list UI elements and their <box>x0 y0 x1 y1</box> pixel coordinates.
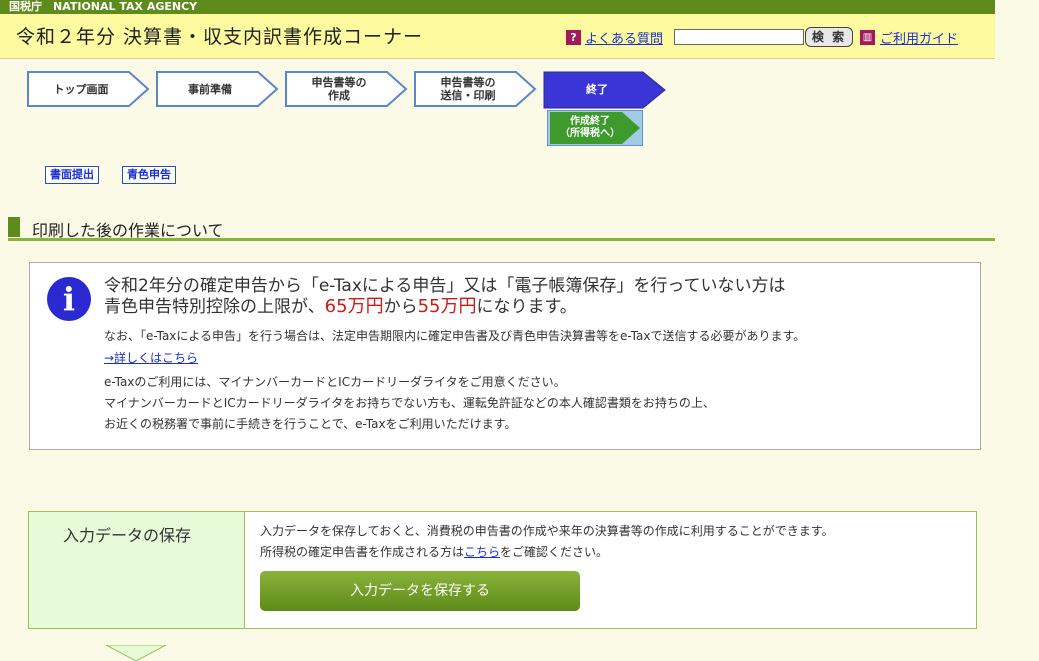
info-box: i 令和2年分の確定申告から「e-Taxによる申告」又は「電子帳簿保存」を行って… <box>29 262 981 450</box>
save-data-panel: 入力データの保存 入力データを保存しておくと、消費税の申告書の作成や来年の決算書… <box>28 511 977 629</box>
save-data-button[interactable]: 入力データを保存する <box>260 571 580 611</box>
here-link[interactable]: こちら <box>464 545 500 559</box>
details-link[interactable]: →詳しくはこちら <box>104 349 198 366</box>
save-desc-1: 入力データを保存しておくと、消費税の申告書の作成や来年の決算書等の作成に利用する… <box>260 524 834 538</box>
info-note-2: e-Taxのご利用には、マイナンバーカードとICカードリーダライタをご用意くださ… <box>104 375 566 389</box>
question-icon: ? <box>566 30 581 45</box>
step-label: 申告書等の <box>440 76 496 89</box>
step-top: トップ画面 <box>27 71 151 107</box>
info-icon: i <box>47 277 91 321</box>
save-desc-2: 所得税の確定申告書を作成される方はこちらをご確認ください。 <box>260 545 609 559</box>
guide-label[interactable]: ご利用ガイド <box>880 28 958 47</box>
amount-new: 55万円 <box>417 296 477 317</box>
step-prep: 事前準備 <box>156 71 280 107</box>
step-label: 申告書等の <box>311 76 367 89</box>
amount-old: 65万円 <box>324 296 384 317</box>
tag-blue-return: 青色申告 <box>122 166 176 184</box>
step-create: 申告書等の 作成 <box>285 71 409 107</box>
tag-paper-filing: 書面提出 <box>45 166 99 184</box>
finish-to-income-tax-button[interactable]: 作成終了 （所得税へ） <box>547 110 643 146</box>
search-input[interactable] <box>674 29 804 45</box>
faq-link[interactable]: ? よくある質問 <box>566 28 663 47</box>
info-headline-2: 青色申告特別控除の上限が、65万円から55万円になります。 <box>104 296 577 317</box>
step-label: トップ画面 <box>53 82 109 96</box>
step-label: 事前準備 <box>188 82 232 96</box>
section-heading: 印刷した後の作業について <box>8 216 995 241</box>
book-icon: ▥ <box>860 30 875 45</box>
down-arrow-icon <box>106 645 166 661</box>
search-button[interactable]: 検 索 <box>805 27 853 47</box>
step-end: 終了 <box>543 71 667 109</box>
agency-bar: 国税庁 NATIONAL TAX AGENCY <box>0 0 995 14</box>
page-title: 令和２年分 決算書・収支内訳書作成コーナー <box>16 26 424 48</box>
save-data-side: 入力データの保存 <box>29 512 245 628</box>
save-data-title: 入力データの保存 <box>63 526 192 545</box>
guide-link[interactable]: ▥ ご利用ガイド <box>860 28 958 47</box>
info-note-1: なお、「e-Taxによる申告」を行う場合は、法定申告期限内に確定申告書及び青色申… <box>104 329 806 343</box>
info-note-4: お近くの税務署で事前に手続きを行うことで、e-Taxをご利用いただけます。 <box>104 417 517 431</box>
header: 令和２年分 決算書・収支内訳書作成コーナー ? よくある質問 検 索 ▥ ご利用… <box>0 14 995 59</box>
faq-label[interactable]: よくある質問 <box>585 28 663 47</box>
info-note-3: マイナンバーカードとICカードリーダライタをお持ちでない方も、運転免許証などの本… <box>104 396 715 410</box>
step-send: 申告書等の 送信・印刷 <box>414 71 538 107</box>
step-label: 終了 <box>586 82 608 96</box>
